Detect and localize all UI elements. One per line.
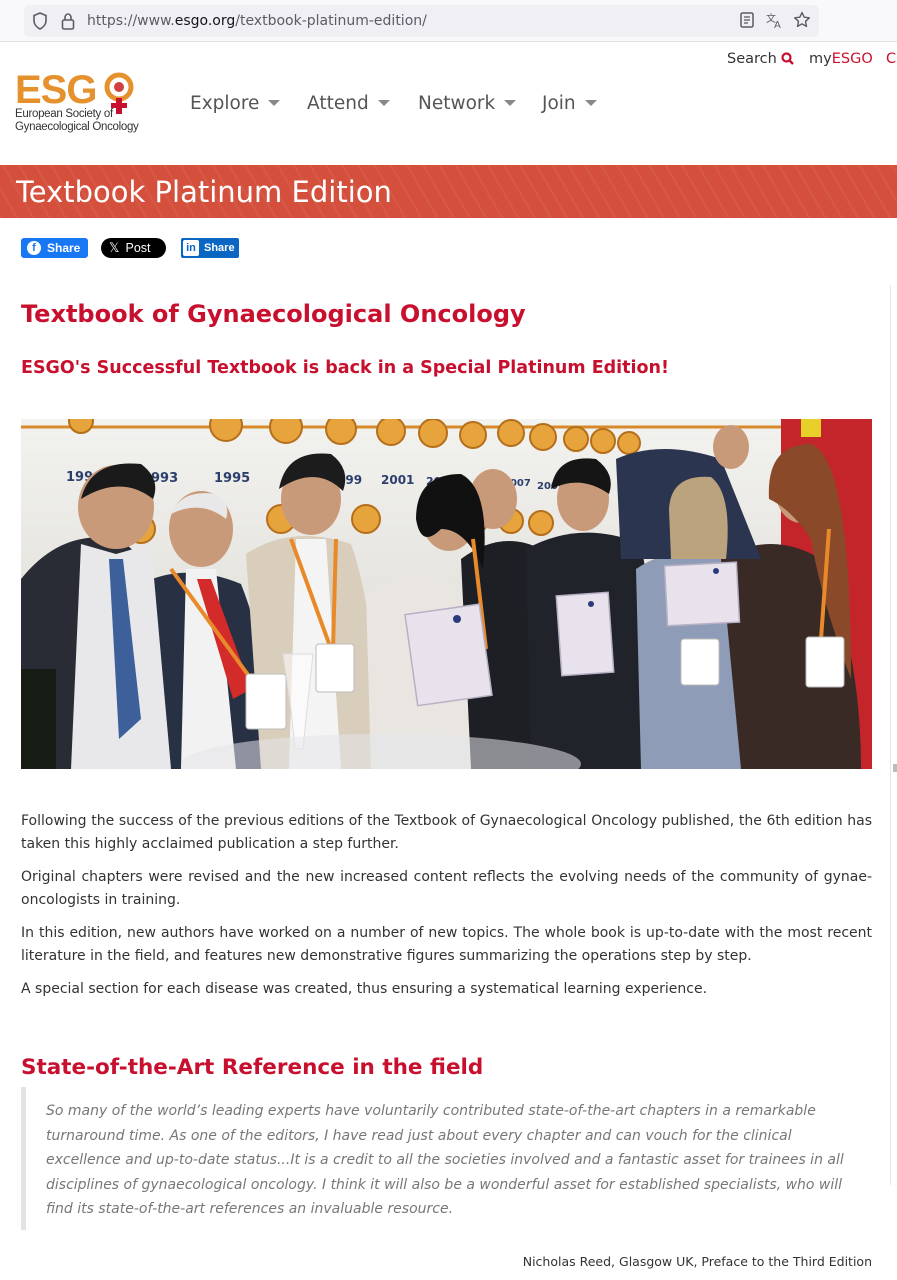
url-domain: esgo.org — [174, 13, 236, 29]
caret-down-icon — [504, 100, 517, 106]
search-label: Search — [727, 51, 777, 67]
caret-down-icon — [268, 100, 281, 106]
section-heading: State-of-the-Art Reference in the field — [21, 1055, 484, 1080]
shield-icon[interactable] — [32, 12, 48, 30]
my-esgo-suffix: ESGO — [831, 51, 873, 67]
photo-year-label: 1995 — [214, 471, 250, 486]
linkedin-icon: in — [183, 240, 199, 256]
logo-subtitle-line2: Gynaecological Oncology — [15, 121, 139, 133]
caret-down-icon — [377, 100, 390, 106]
body-paragraph: Original chapters were revised and the n… — [21, 869, 872, 908]
url-prefix: https://www. — [87, 13, 175, 29]
page-subtitle: ESGO's Successful Textbook is back in a … — [21, 358, 669, 378]
nav-join-label: Join — [542, 93, 576, 114]
page-title: Textbook of Gynaecological Oncology — [21, 300, 526, 328]
logo-subtitle-line1: European Society of — [15, 108, 113, 120]
browser-toolbar: https://www.esgo.org/textbook-platinum-e… — [0, 0, 897, 42]
page-scrollbar[interactable] — [890, 285, 897, 1185]
nav-attend-label: Attend — [307, 93, 369, 114]
nav-network-label: Network — [418, 93, 496, 114]
lock-icon[interactable] — [60, 12, 76, 30]
translate-icon[interactable]: 文 A — [765, 11, 783, 29]
body-paragraph: Following the success of the previous ed… — [21, 813, 872, 852]
caret-down-icon — [584, 100, 597, 106]
nav-network[interactable]: Network — [418, 93, 517, 114]
my-esgo-link[interactable]: myESGO — [809, 51, 873, 67]
facebook-icon: f — [27, 241, 41, 255]
svg-text:A: A — [774, 20, 781, 29]
url-path: /textbook-platinum-edition/ — [235, 13, 427, 29]
editors-group-photo: 199 993 1995 999 2001 2003 2007 2009 201… — [21, 419, 872, 769]
banner-title: Textbook Platinum Edition — [16, 175, 392, 209]
x-post-label: Post — [125, 241, 151, 255]
linkedin-share-label: Share — [204, 242, 235, 254]
testimonial-blockquote: So many of the world’s leading experts h… — [21, 1087, 872, 1230]
quote-text: So many of the world’s leading experts h… — [46, 1103, 844, 1217]
nav-explore-label: Explore — [190, 93, 260, 114]
group-photo-illustration: 199 993 1995 999 2001 2003 2007 2009 201… — [21, 419, 872, 769]
body-paragraph: In this edition, new authors have worked… — [21, 925, 872, 964]
facebook-share-button[interactable]: f Share — [21, 238, 88, 258]
nav-join[interactable]: Join — [542, 93, 597, 114]
search-link[interactable]: Search — [727, 51, 794, 67]
body-paragraph: A special section for each disease was c… — [21, 981, 708, 997]
nav-explore[interactable]: Explore — [190, 93, 281, 114]
reader-view-icon[interactable] — [738, 11, 756, 29]
url-text[interactable]: https://www.esgo.org/textbook-platinum-e… — [87, 13, 427, 29]
nav-attend[interactable]: Attend — [307, 93, 390, 114]
linkedin-share-button[interactable]: in Share — [181, 238, 239, 258]
scrollbar-thumb[interactable] — [893, 764, 897, 772]
photo-year-label: 2001 — [381, 473, 414, 487]
x-post-button[interactable]: 𝕏 Post — [101, 238, 166, 258]
utility-link-cutoff[interactable]: Co — [886, 51, 897, 67]
bookmark-star-icon[interactable] — [793, 11, 811, 29]
esgo-logo[interactable]: ESG European Society of Gynaecological O… — [15, 68, 140, 136]
logo-wordmark: ESG — [15, 68, 97, 112]
page-banner: Textbook Platinum Edition — [0, 165, 897, 218]
x-icon: 𝕏 — [109, 240, 120, 255]
quote-attribution: Nicholas Reed, Glasgow UK, Preface to th… — [522, 1254, 872, 1269]
facebook-share-label: Share — [47, 241, 81, 255]
photo-year-label: 993 — [151, 471, 178, 486]
my-esgo-prefix: my — [809, 51, 832, 67]
search-icon — [781, 52, 794, 65]
